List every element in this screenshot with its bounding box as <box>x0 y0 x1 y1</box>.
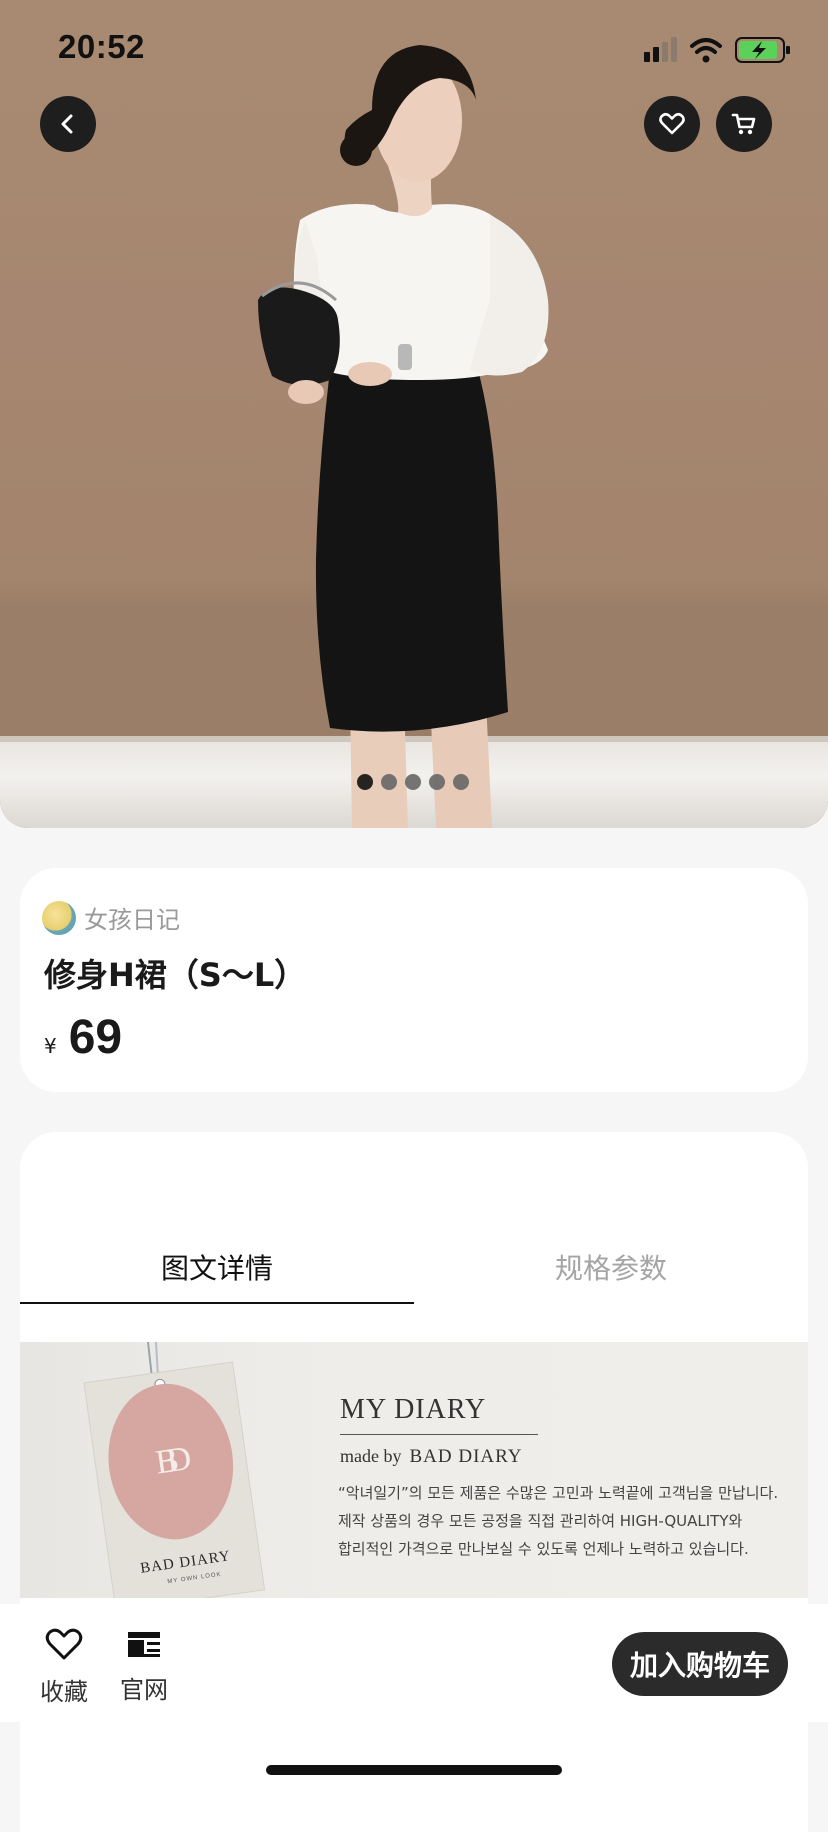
carousel-dot[interactable] <box>405 774 421 790</box>
currency-symbol: ¥ <box>44 1034 57 1058</box>
product-photo <box>258 45 549 828</box>
favorite-tab-button[interactable]: 收藏 <box>34 1628 94 1707</box>
cart-icon <box>731 113 756 135</box>
heart-outline-icon <box>45 1628 83 1660</box>
wifi-icon <box>690 38 722 63</box>
detail-tabs: 图文详情 规格参数 <box>20 1232 808 1304</box>
official-site-label: 官网 <box>120 1676 168 1704</box>
banner-subtitle: made by BAD DIARY <box>340 1446 522 1468</box>
svg-text:D: D <box>164 1440 193 1480</box>
chevron-left-icon <box>61 114 73 134</box>
official-site-button[interactable]: 官网 <box>114 1628 174 1705</box>
carousel-dot[interactable] <box>357 774 373 790</box>
carousel-dot[interactable] <box>381 774 397 790</box>
product-title: 修身H裙（S～L） <box>44 956 307 994</box>
product-info-card: 女孩日记 修身H裙（S～L） ¥ 69 <box>20 868 808 1092</box>
heart-icon <box>659 112 685 135</box>
status-bar: 20:52 <box>0 0 828 100</box>
home-indicator <box>266 1765 562 1775</box>
banner-text-line: 합리적인 가격으로 만나보실 수 있도록 언제나 노력하고 있습니다. <box>338 1540 749 1558</box>
price: ¥ 69 <box>44 1010 122 1065</box>
battery-icon <box>735 37 790 63</box>
add-to-cart-button[interactable]: 加入购物车 <box>612 1632 788 1696</box>
shop-name: 女孩日记 <box>84 906 180 934</box>
storefront-icon <box>128 1632 160 1657</box>
status-indicators <box>644 37 790 63</box>
banner-subtitle-brand: BAD DIARY <box>409 1446 523 1467</box>
carousel-dot[interactable] <box>453 774 469 790</box>
banner-text-line: “악녀일기”의 모든 제품은 수많은 고민과 노력끝에 고객님을 만납니다. <box>338 1484 779 1502</box>
favorite-button[interactable] <box>644 96 700 152</box>
banner-text-line: 제작 상품의 경우 모든 공정을 직접 관리하여 HIGH-QUALITY와 <box>338 1512 743 1530</box>
banner-subtitle-prefix: made by <box>340 1446 402 1466</box>
cart-button[interactable] <box>716 96 772 152</box>
bottom-action-bar: 收藏 官网 加入购物车 <box>0 1604 828 1722</box>
hang-tag-illustration: B D BAD DIARY MY OWN LOOK <box>83 1342 266 1598</box>
shop-avatar <box>42 900 76 935</box>
details-card: 图文详情 规格参数 B D BAD DIARY MY OWN LOOK MY D… <box>20 1132 808 1832</box>
status-time: 20:52 <box>58 28 145 65</box>
shop-link[interactable]: 女孩日记 <box>42 900 180 935</box>
price-value: 69 <box>68 1011 123 1064</box>
brand-banner-image: B D BAD DIARY MY OWN LOOK MY DIARY made … <box>20 1342 808 1598</box>
back-button[interactable] <box>40 96 96 152</box>
banner-title: MY DIARY <box>340 1394 487 1425</box>
carousel-indicator <box>0 774 828 794</box>
product-image-carousel[interactable]: 20:52 <box>0 0 828 828</box>
favorite-label: 收藏 <box>40 1678 88 1706</box>
tab-image-details[interactable]: 图文详情 <box>20 1232 414 1304</box>
carousel-dot[interactable] <box>429 774 445 790</box>
banner-divider <box>340 1434 538 1435</box>
signal-icon <box>644 37 677 62</box>
tab-specifications[interactable]: 规格参数 <box>414 1232 808 1302</box>
